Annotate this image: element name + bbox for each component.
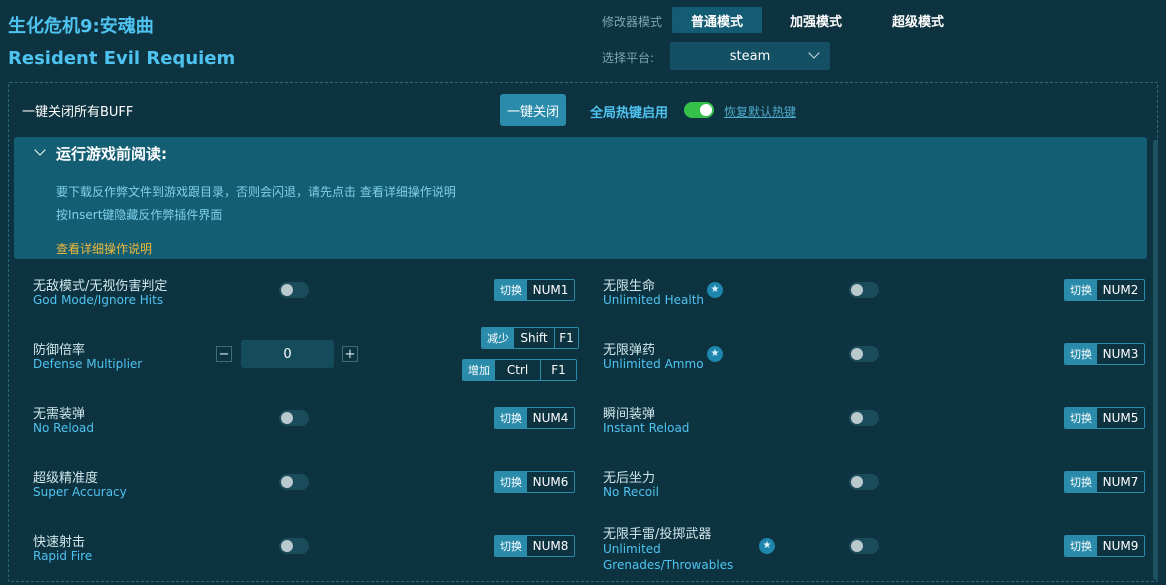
platform-label: 选择平台: — [602, 51, 655, 65]
notice-box: 运行游戏前阅读: 要下载反作弊文件到游戏跟目录，否则会闪退，请先点击 查看详细操… — [14, 137, 1147, 259]
view-instructions-link[interactable]: 查看详细操作说明 — [56, 240, 152, 257]
mode-super-button[interactable]: 超级模式 — [876, 7, 960, 33]
notice-line-1: 要下载反作弊文件到游戏跟目录，否则会闪退，请先点击 查看详细操作说明 — [56, 185, 456, 199]
platform-select[interactable]: steam — [670, 42, 830, 70]
star-icon: ★ — [759, 538, 775, 554]
cheat-super-accuracy-en: Super Accuracy — [33, 485, 127, 499]
cheat-no-recoil-cn: 无后坐力 — [603, 471, 656, 486]
cheat-god-mode-hotkey[interactable]: 切换 NUM1 — [494, 279, 575, 301]
cheat-unlimited-health-en: Unlimited Health — [603, 293, 705, 307]
restore-default-hotkeys-link[interactable]: 恢复默认热键 — [724, 103, 796, 120]
cheat-unlimited-ammo-hotkey[interactable]: 切换 NUM3 — [1064, 343, 1145, 365]
notice-title: 运行游戏前阅读: — [56, 145, 167, 163]
chevron-down-icon[interactable] — [34, 144, 46, 156]
platform-value: steam — [729, 48, 771, 64]
global-hotkey-toggle[interactable] — [684, 102, 714, 118]
cheat-unlimited-ammo-en: Unlimited Ammo — [603, 357, 704, 371]
global-hotkey-label: 全局热键启用 — [590, 106, 669, 121]
cheat-no-reload-cn: 无需装弹 — [33, 407, 86, 422]
cheat-unlimited-ammo-toggle[interactable] — [849, 346, 879, 362]
cheat-rapid-fire-en: Rapid Fire — [33, 549, 93, 563]
chevron-down-icon — [808, 47, 820, 59]
cheat-god-mode-cn: 无敌模式/无视伤害判定 — [33, 279, 168, 294]
onekey-close-button[interactable]: 一键关闭 — [500, 94, 566, 126]
cheat-super-accuracy-cn: 超级精准度 — [33, 471, 99, 486]
cheat-unlimited-health-hotkey[interactable]: 切换 NUM2 — [1064, 279, 1145, 301]
cheat-no-reload-toggle[interactable] — [279, 410, 309, 426]
defense-increase-hotkey[interactable]: 增加 Ctrl F1 — [462, 359, 577, 381]
cheat-no-reload-hotkey[interactable]: 切换 NUM4 — [494, 407, 575, 429]
star-icon: ★ — [707, 346, 723, 362]
cheat-rapid-fire-hotkey[interactable]: 切换 NUM8 — [494, 535, 575, 557]
scrollbar[interactable] — [1153, 140, 1158, 580]
cheat-no-recoil-hotkey[interactable]: 切换 NUM7 — [1064, 471, 1145, 493]
cheat-no-recoil-toggle[interactable] — [849, 474, 879, 490]
cheat-instant-reload-toggle[interactable] — [849, 410, 879, 426]
cheat-unlimited-grenades-en: Unlimited Grenades/Throwables — [603, 542, 734, 572]
defense-decrease-hotkey[interactable]: 减少 Shift F1 — [481, 327, 579, 349]
buff-label: 一键关闭所有BUFF — [22, 105, 134, 120]
cheat-no-reload-en: No Reload — [33, 421, 94, 435]
cheat-unlimited-health-toggle[interactable] — [849, 282, 879, 298]
cheat-unlimited-ammo-cn: 无限弹药 — [603, 343, 656, 358]
cheat-rapid-fire-toggle[interactable] — [279, 538, 309, 554]
game-title-en: Resident Evil Requiem — [8, 48, 236, 69]
game-title-cn: 生化危机9:安魂曲 — [8, 16, 154, 37]
cheat-unlimited-grenades-cn: 无限手雷/投掷武器 — [603, 527, 712, 542]
mode-enhanced-button[interactable]: 加强模式 — [774, 7, 858, 33]
cheat-rapid-fire-cn: 快速射击 — [33, 535, 86, 550]
cheat-instant-reload-cn: 瞬间装弹 — [603, 407, 656, 422]
cheat-defense-cn: 防御倍率 — [33, 343, 86, 358]
cheat-instant-reload-en: Instant Reload — [603, 421, 690, 435]
cheat-god-mode-en: God Mode/Ignore Hits — [33, 293, 164, 307]
cheat-instant-reload-hotkey[interactable]: 切换 NUM5 — [1064, 407, 1145, 429]
cheat-god-mode-toggle[interactable] — [279, 282, 309, 298]
cheat-no-recoil-en: No Recoil — [603, 485, 659, 499]
cheat-unlimited-grenades-toggle[interactable] — [849, 538, 879, 554]
cheat-super-accuracy-toggle[interactable] — [279, 474, 309, 490]
cheat-defense-en: Defense Multiplier — [33, 357, 143, 371]
defense-increase-button[interactable]: + — [342, 346, 358, 362]
star-icon: ★ — [707, 282, 723, 298]
mode-normal-button[interactable]: 普通模式 — [672, 7, 762, 33]
defense-decrease-button[interactable]: − — [216, 346, 232, 362]
notice-line-2: 按Insert键隐藏反作弊插件界面 — [56, 208, 223, 222]
mode-label: 修改器模式 — [602, 15, 663, 29]
defense-value-input[interactable] — [241, 340, 334, 368]
cheat-unlimited-grenades-hotkey[interactable]: 切换 NUM9 — [1064, 535, 1145, 557]
cheat-super-accuracy-hotkey[interactable]: 切换 NUM6 — [494, 471, 575, 493]
cheat-unlimited-health-cn: 无限生命 — [603, 279, 656, 294]
